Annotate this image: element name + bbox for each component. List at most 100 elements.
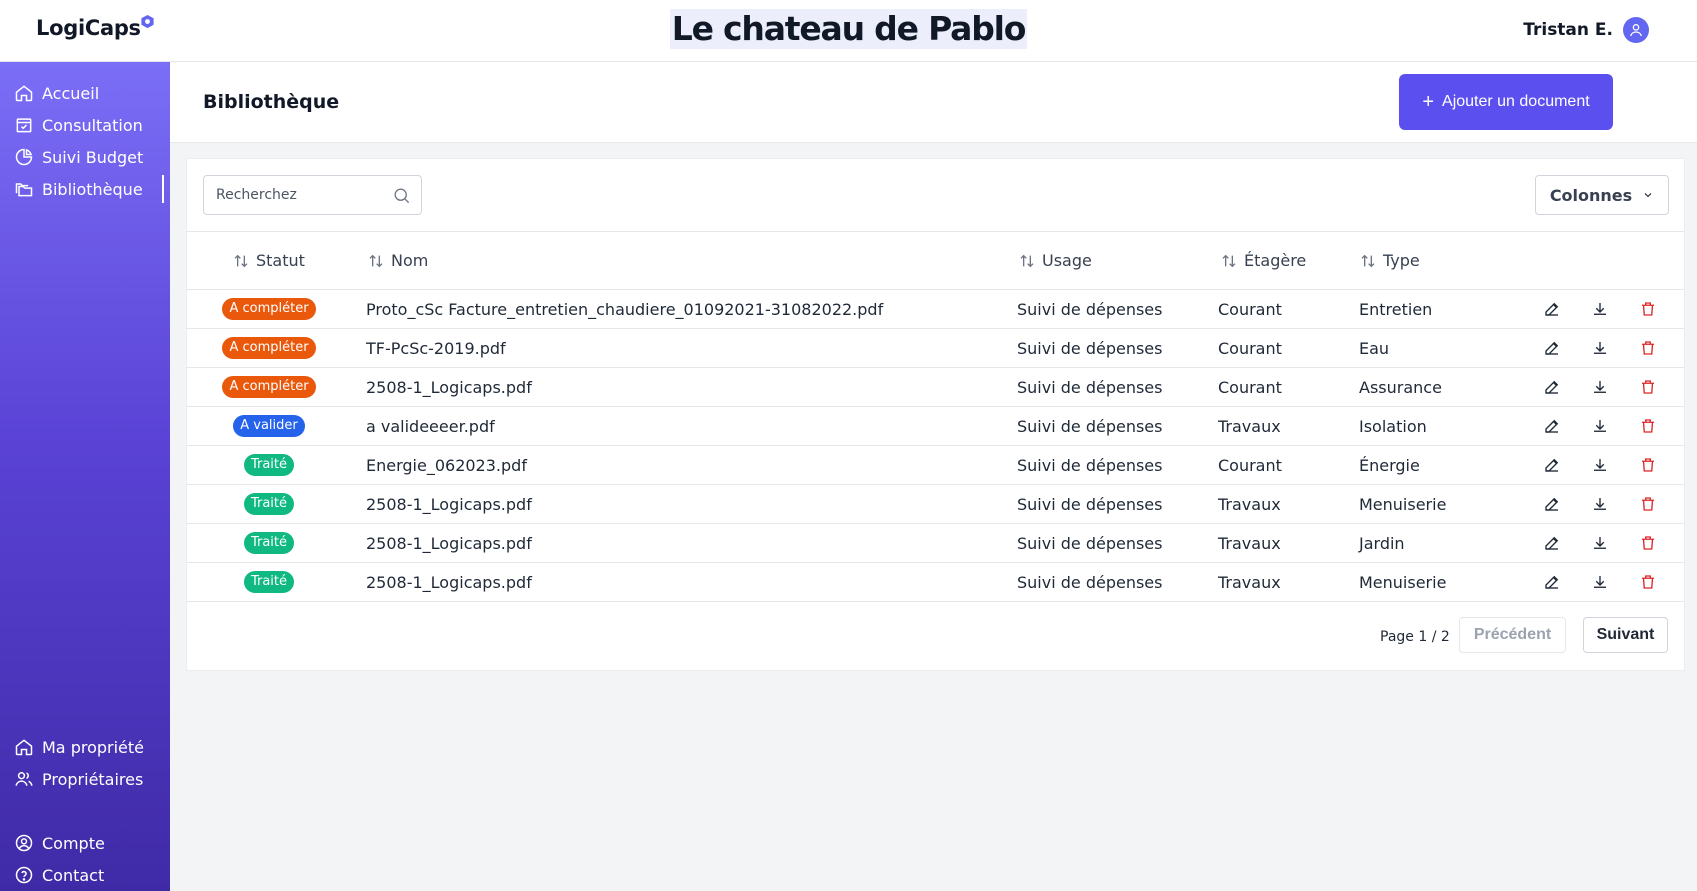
download-icon[interactable] (1591, 573, 1609, 591)
type-cell: Assurance (1359, 377, 1442, 397)
sidebar-item-consultation[interactable]: Consultation (14, 111, 164, 139)
table-row[interactable]: A compléter 2508-1_Logicaps.pdf Suivi de d… (187, 368, 1684, 407)
usage-cell: Suivi de dépenses (1017, 338, 1163, 358)
file-name[interactable]: a valideeeer.pdf (366, 407, 495, 445)
user-name[interactable]: Tristan E. (1523, 20, 1613, 40)
search-box[interactable] (203, 175, 422, 215)
previous-button[interactable]: Précédent (1459, 617, 1566, 653)
library-card: Colonnes Statut Nom Usage Étagère Type A… (186, 158, 1685, 671)
pencil-icon[interactable] (1543, 573, 1561, 591)
trash-icon[interactable] (1639, 534, 1657, 552)
file-name[interactable]: TF-PcSc-2019.pdf (366, 329, 506, 367)
table-row[interactable]: Traité 2508-1_Logicaps.pdf Suivi de dépens… (187, 485, 1684, 524)
download-icon[interactable] (1591, 339, 1609, 357)
shelf-cell: Courant (1218, 377, 1282, 397)
download-icon[interactable] (1591, 378, 1609, 396)
sidebar-item-label: Propriétaires (42, 769, 144, 789)
column-header-nom[interactable]: Nom (368, 232, 428, 289)
pencil-icon[interactable] (1543, 378, 1561, 396)
status-badge: A compléter (222, 336, 316, 360)
home-icon (15, 85, 33, 102)
sidebar-item-bibliotheque[interactable]: Bibliothèque (14, 175, 164, 203)
search-icon (394, 188, 410, 204)
column-header-usage[interactable]: Usage (1019, 232, 1092, 289)
home-icon (15, 739, 33, 756)
download-icon[interactable] (1591, 495, 1609, 513)
columns-label: Colonnes (1549, 185, 1633, 205)
column-header-label: Étagère (1244, 251, 1307, 270)
usage-cell: Suivi de dépenses (1017, 455, 1163, 475)
sidebar-item-label: Contact (42, 865, 105, 885)
user-circle-icon (15, 834, 33, 852)
pencil-icon[interactable] (1543, 495, 1561, 513)
next-button[interactable]: Suivant (1583, 617, 1668, 653)
column-header-statut[interactable]: Statut (233, 232, 305, 289)
pencil-icon[interactable] (1543, 339, 1561, 357)
file-name[interactable]: Proto_cSc Facture_entretien_chaudiere_01… (366, 290, 883, 328)
file-name[interactable]: 2508-1_Logicaps.pdf (366, 485, 532, 523)
page-indicator: Page 1 / 2 (1380, 629, 1450, 645)
download-icon[interactable] (1591, 417, 1609, 435)
sidebar-item-label: Suivi Budget (42, 147, 144, 167)
sidebar-item-ma-propriete[interactable]: Ma propriété (14, 733, 164, 761)
site-title: Le chateau de Pablo (669, 9, 1028, 49)
table-row[interactable]: Traité Energie_062023.pdf Suivi de dépense… (187, 446, 1684, 485)
column-header-etagere[interactable]: Étagère (1221, 232, 1306, 289)
search-input[interactable] (204, 176, 384, 214)
add-document-button[interactable]: + Ajouter un document (1399, 74, 1613, 130)
sidebar-item-compte[interactable]: Compte (14, 829, 164, 857)
sidebar-item-label: Consultation (42, 115, 143, 135)
trash-icon[interactable] (1639, 495, 1657, 513)
table-row[interactable]: Traité 2508-1_Logicaps.pdf Suivi de dépens… (187, 524, 1684, 563)
column-header-type[interactable]: Type (1360, 232, 1420, 289)
pencil-icon[interactable] (1543, 456, 1561, 474)
sidebar-item-suivi-budget[interactable]: Suivi Budget (14, 143, 164, 171)
type-cell: Jardin (1359, 533, 1405, 553)
usage-cell: Suivi de dépenses (1017, 572, 1163, 592)
columns-button[interactable]: Colonnes (1535, 175, 1669, 215)
file-name[interactable]: 2508-1_Logicaps.pdf (366, 563, 532, 601)
avatar[interactable] (1623, 17, 1649, 43)
sidebar-item-label: Accueil (42, 83, 100, 103)
usage-cell: Suivi de dépenses (1017, 377, 1163, 397)
status-cell: Traité (187, 524, 351, 562)
column-header-label: Type (1383, 251, 1420, 270)
trash-icon[interactable] (1639, 456, 1657, 474)
download-icon[interactable] (1591, 300, 1609, 318)
trash-icon[interactable] (1639, 417, 1657, 435)
sidebar-item-accueil[interactable]: Accueil (14, 79, 164, 107)
trash-icon[interactable] (1639, 339, 1657, 357)
status-cell: A compléter (187, 290, 351, 328)
download-icon[interactable] (1591, 534, 1609, 552)
table-row[interactable]: A valider a valideeeer.pdf Suivi de dépens… (187, 407, 1684, 446)
table-row[interactable]: A compléter Proto_cSc Facture_entretien_c… (187, 290, 1684, 329)
status-cell: Traité (187, 485, 351, 523)
sidebar-item-label: Bibliothèque (42, 179, 143, 199)
sidebar-item-contact[interactable]: Contact (14, 861, 164, 889)
column-header-label: Statut (256, 251, 305, 270)
trash-icon[interactable] (1639, 378, 1657, 396)
pencil-icon[interactable] (1543, 534, 1561, 552)
sort-icon (369, 254, 383, 267)
shelf-cell: Courant (1218, 455, 1282, 475)
status-cell: Traité (187, 446, 351, 484)
shelf-cell: Courant (1218, 299, 1282, 319)
table-row[interactable]: A compléter TF-PcSc-2019.pdf Suivi de dépe… (187, 329, 1684, 368)
trash-icon[interactable] (1639, 300, 1657, 318)
column-header-label: Usage (1042, 251, 1092, 270)
type-cell: Entretien (1359, 299, 1433, 319)
download-icon[interactable] (1591, 456, 1609, 474)
pie-chart-icon (15, 148, 33, 166)
trash-icon[interactable] (1639, 573, 1657, 591)
folders-icon (15, 183, 33, 197)
table-row[interactable]: Traité 2508-1_Logicaps.pdf Suivi de dépens… (187, 563, 1684, 602)
shelf-cell: Courant (1218, 338, 1282, 358)
file-name[interactable]: 2508-1_Logicaps.pdf (366, 524, 532, 562)
file-name[interactable]: Energie_062023.pdf (366, 446, 527, 484)
file-name[interactable]: 2508-1_Logicaps.pdf (366, 368, 532, 406)
top-header: LogiCaps Le chateau de Pablo Tristan E. (0, 0, 1697, 62)
sidebar-item-proprietaires[interactable]: Propriétaires (14, 765, 164, 793)
pencil-icon[interactable] (1543, 300, 1561, 318)
pencil-icon[interactable] (1543, 417, 1561, 435)
status-badge: A compléter (222, 297, 316, 321)
